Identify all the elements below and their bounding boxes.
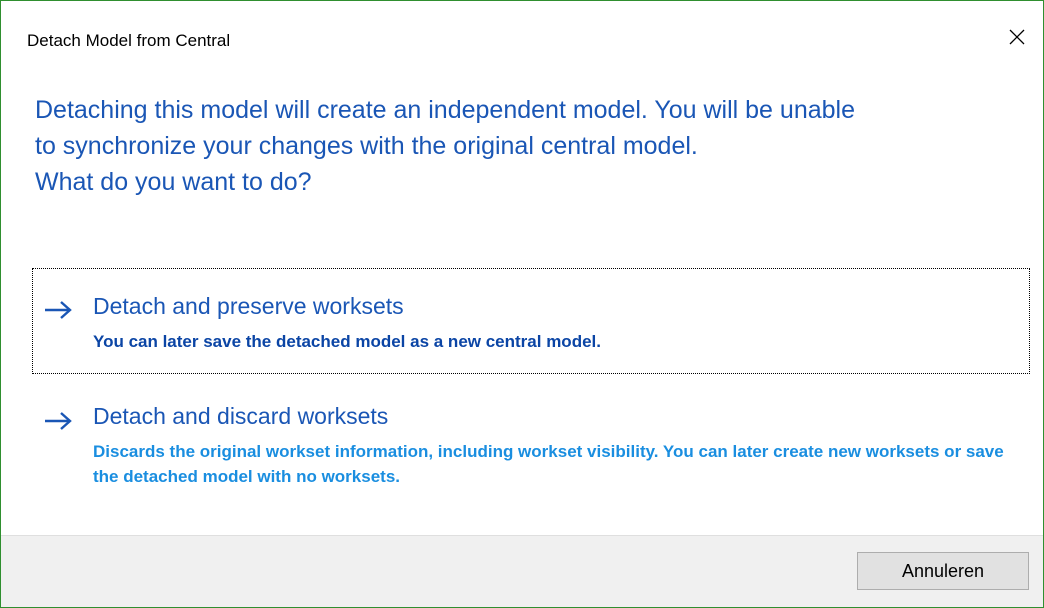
option-description: Discards the original workset informatio… — [93, 442, 1004, 486]
arrow-right-icon — [45, 412, 72, 430]
instruction-line-1: Detaching this model will create an inde… — [35, 96, 855, 124]
option-title: Detach and preserve worksets — [93, 293, 404, 319]
arrow-right-icon — [45, 301, 72, 319]
option-description: You can later save the detached model as… — [93, 332, 601, 351]
close-button[interactable] — [997, 19, 1037, 55]
main-instruction: Detaching this model will create an inde… — [35, 92, 1035, 200]
close-icon — [1009, 29, 1025, 45]
title-bar: Detach Model from Central — [1, 1, 1043, 73]
detach-model-dialog: Detach Model from Central Detaching this… — [0, 0, 1044, 608]
detach-discard-worksets-option[interactable]: Detach and discard worksets Discards the… — [33, 391, 1029, 509]
dialog-title: Detach Model from Central — [27, 31, 231, 50]
instruction-line-2: to synchronize your changes with the ori… — [35, 132, 698, 160]
cancel-button[interactable]: Annuleren — [857, 552, 1029, 590]
option-title: Detach and discard worksets — [93, 403, 389, 429]
detach-preserve-worksets-option[interactable]: Detach and preserve worksets You can lat… — [32, 268, 1030, 374]
instruction-line-3: What do you want to do? — [35, 168, 312, 196]
